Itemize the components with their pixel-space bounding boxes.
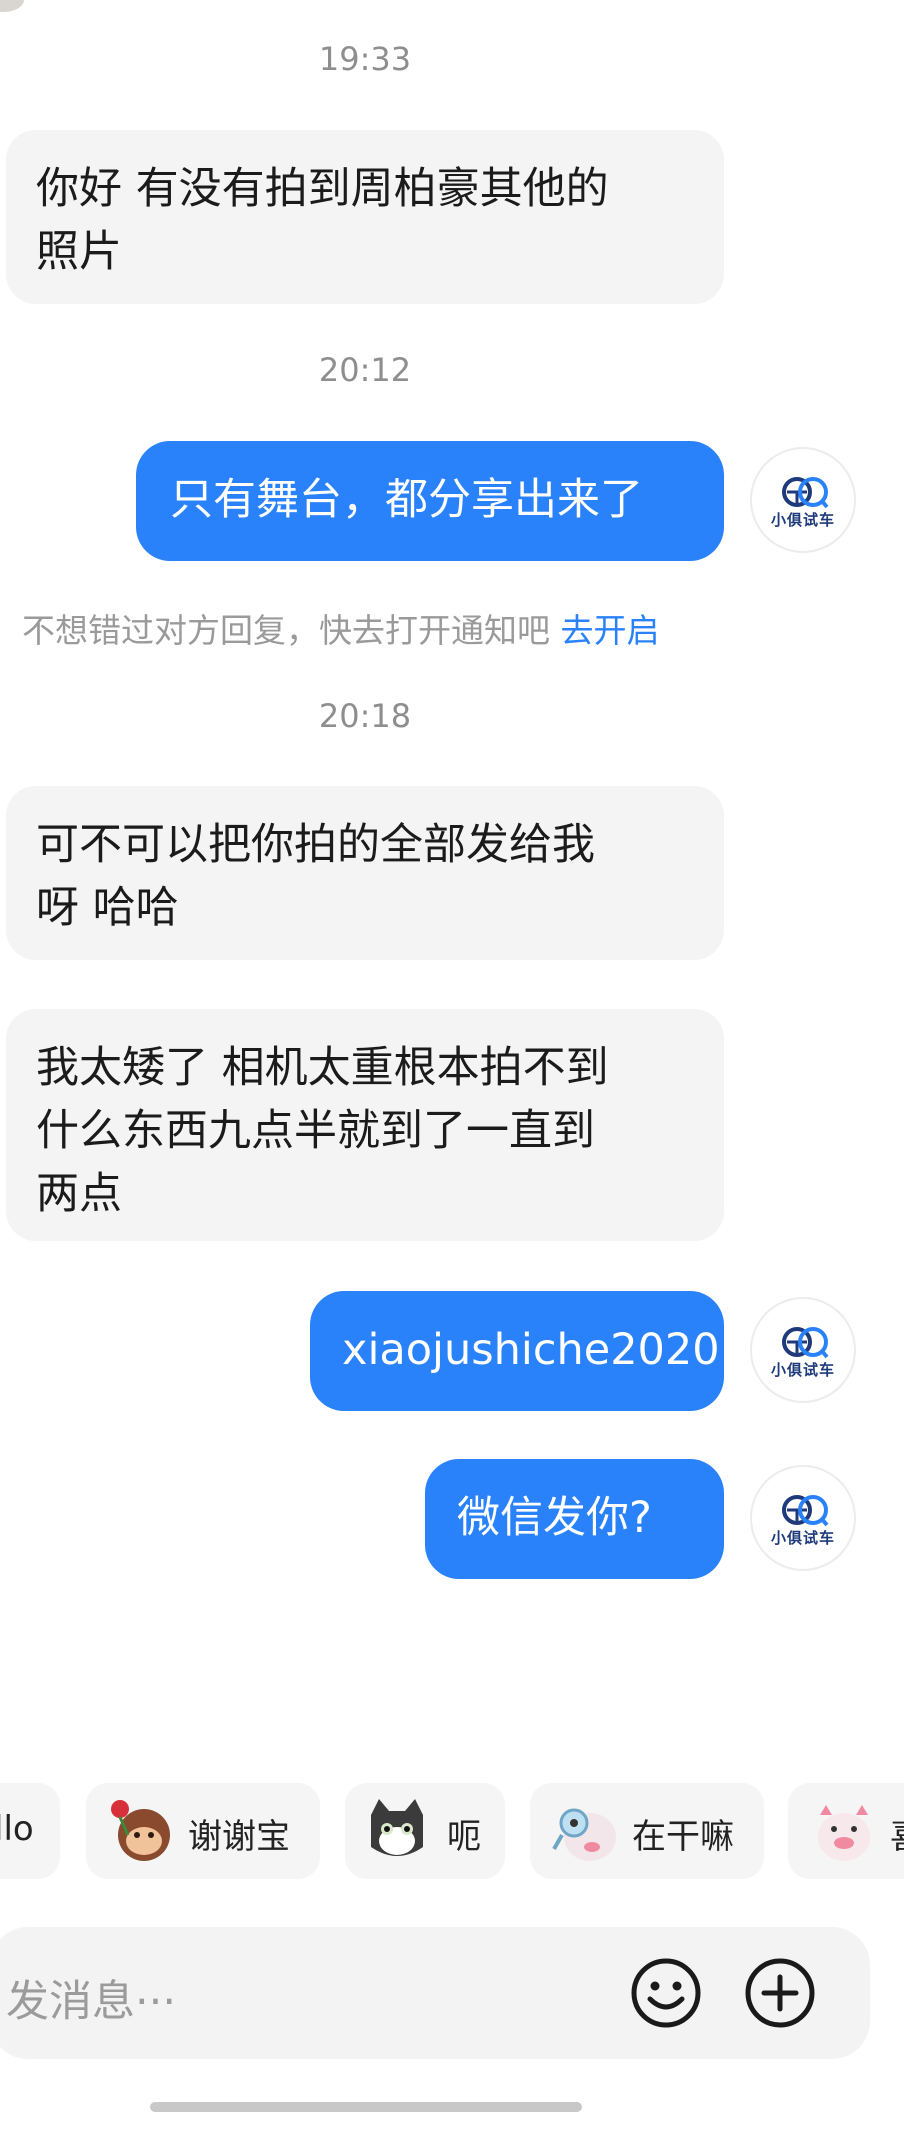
quick-reply-label: 喜 — [890, 1809, 904, 1858]
message-line: 你好 有没有拍到周柏豪其他的 — [36, 164, 609, 214]
message-line: 呀 哈哈 — [36, 883, 179, 933]
pig-sticker-icon — [818, 1805, 870, 1861]
monkey-rose-sticker-icon — [111, 1800, 170, 1861]
avatar-label: 小俱试车 — [770, 1529, 835, 1547]
steering-wheel-icon — [782, 1495, 829, 1527]
outgoing-message[interactable]: xiaojushiche2020 — [310, 1291, 724, 1411]
message-text: 只有舞台，都分享出来了 — [170, 475, 643, 525]
avatar-label: 小俱试车 — [770, 1361, 835, 1379]
avatar[interactable]: 小俱试车 — [750, 447, 856, 553]
home-indicator — [150, 2102, 582, 2112]
notification-prompt: 不想错过对方回复，快去打开通知吧 去开启 — [22, 604, 660, 652]
cat-sticker-icon — [371, 1799, 423, 1856]
message-line: 两点 — [36, 1169, 122, 1219]
quick-reply-bar: llo 谢谢宝 呃 在干嘛 — [0, 1783, 904, 1879]
timestamp: 20:12 — [318, 351, 412, 389]
message-line: 可不可以把你拍的全部发给我 — [36, 820, 595, 870]
quick-reply-label: 呃 — [447, 1817, 481, 1857]
steering-wheel-icon — [782, 477, 829, 509]
message-input[interactable]: 发消息··· — [6, 1967, 176, 2029]
avatar-label: 小俱试车 — [770, 511, 835, 529]
outgoing-message[interactable]: 只有舞台，都分享出来了 — [136, 441, 724, 561]
pig-magnifier-sticker-icon — [552, 1808, 616, 1861]
message-text: xiaojushiche2020 — [342, 1325, 720, 1375]
quick-reply-chip[interactable]: 在干嘛 — [530, 1783, 764, 1879]
quick-reply-label: 谢谢宝 — [188, 1817, 290, 1857]
incoming-message[interactable]: 可不可以把你拍的全部发给我 呀 哈哈 — [6, 786, 724, 960]
quick-reply-label: 在干嘛 — [632, 1817, 734, 1857]
message-line: 照片 — [36, 227, 122, 277]
quick-reply-chip[interactable]: 呃 — [345, 1783, 505, 1879]
quick-reply-label: llo — [0, 1809, 34, 1849]
incoming-message[interactable]: 你好 有没有拍到周柏豪其他的 照片 — [6, 130, 724, 304]
partial-avatar-top — [0, 0, 24, 12]
quick-reply-chip[interactable]: 喜 — [788, 1783, 904, 1879]
smiley-icon[interactable] — [626, 1953, 706, 2033]
message-line: 我太矮了 相机太重根本拍不到 — [36, 1043, 609, 1093]
timestamp: 20:18 — [318, 697, 412, 735]
plus-circle-icon[interactable] — [740, 1953, 820, 2033]
avatar[interactable]: 小俱试车 — [750, 1465, 856, 1571]
outgoing-message[interactable]: 微信发你? — [425, 1459, 724, 1579]
incoming-message[interactable]: 我太矮了 相机太重根本拍不到 什么东西九点半就到了一直到 两点 — [6, 1009, 724, 1241]
quick-reply-chip[interactable]: llo — [0, 1783, 60, 1879]
avatar[interactable]: 小俱试车 — [750, 1297, 856, 1403]
message-text: 微信发你? — [457, 1493, 652, 1543]
timestamp: 19:33 — [318, 40, 412, 78]
message-input-bar: 发消息··· — [0, 1927, 870, 2059]
quick-reply-chip[interactable]: 谢谢宝 — [86, 1783, 320, 1879]
steering-wheel-icon — [782, 1327, 829, 1359]
notice-text: 不想错过对方回复，快去打开通知吧 — [22, 611, 550, 650]
enable-notifications-link[interactable]: 去开启 — [561, 611, 660, 650]
message-line: 什么东西九点半就到了一直到 — [36, 1106, 595, 1156]
